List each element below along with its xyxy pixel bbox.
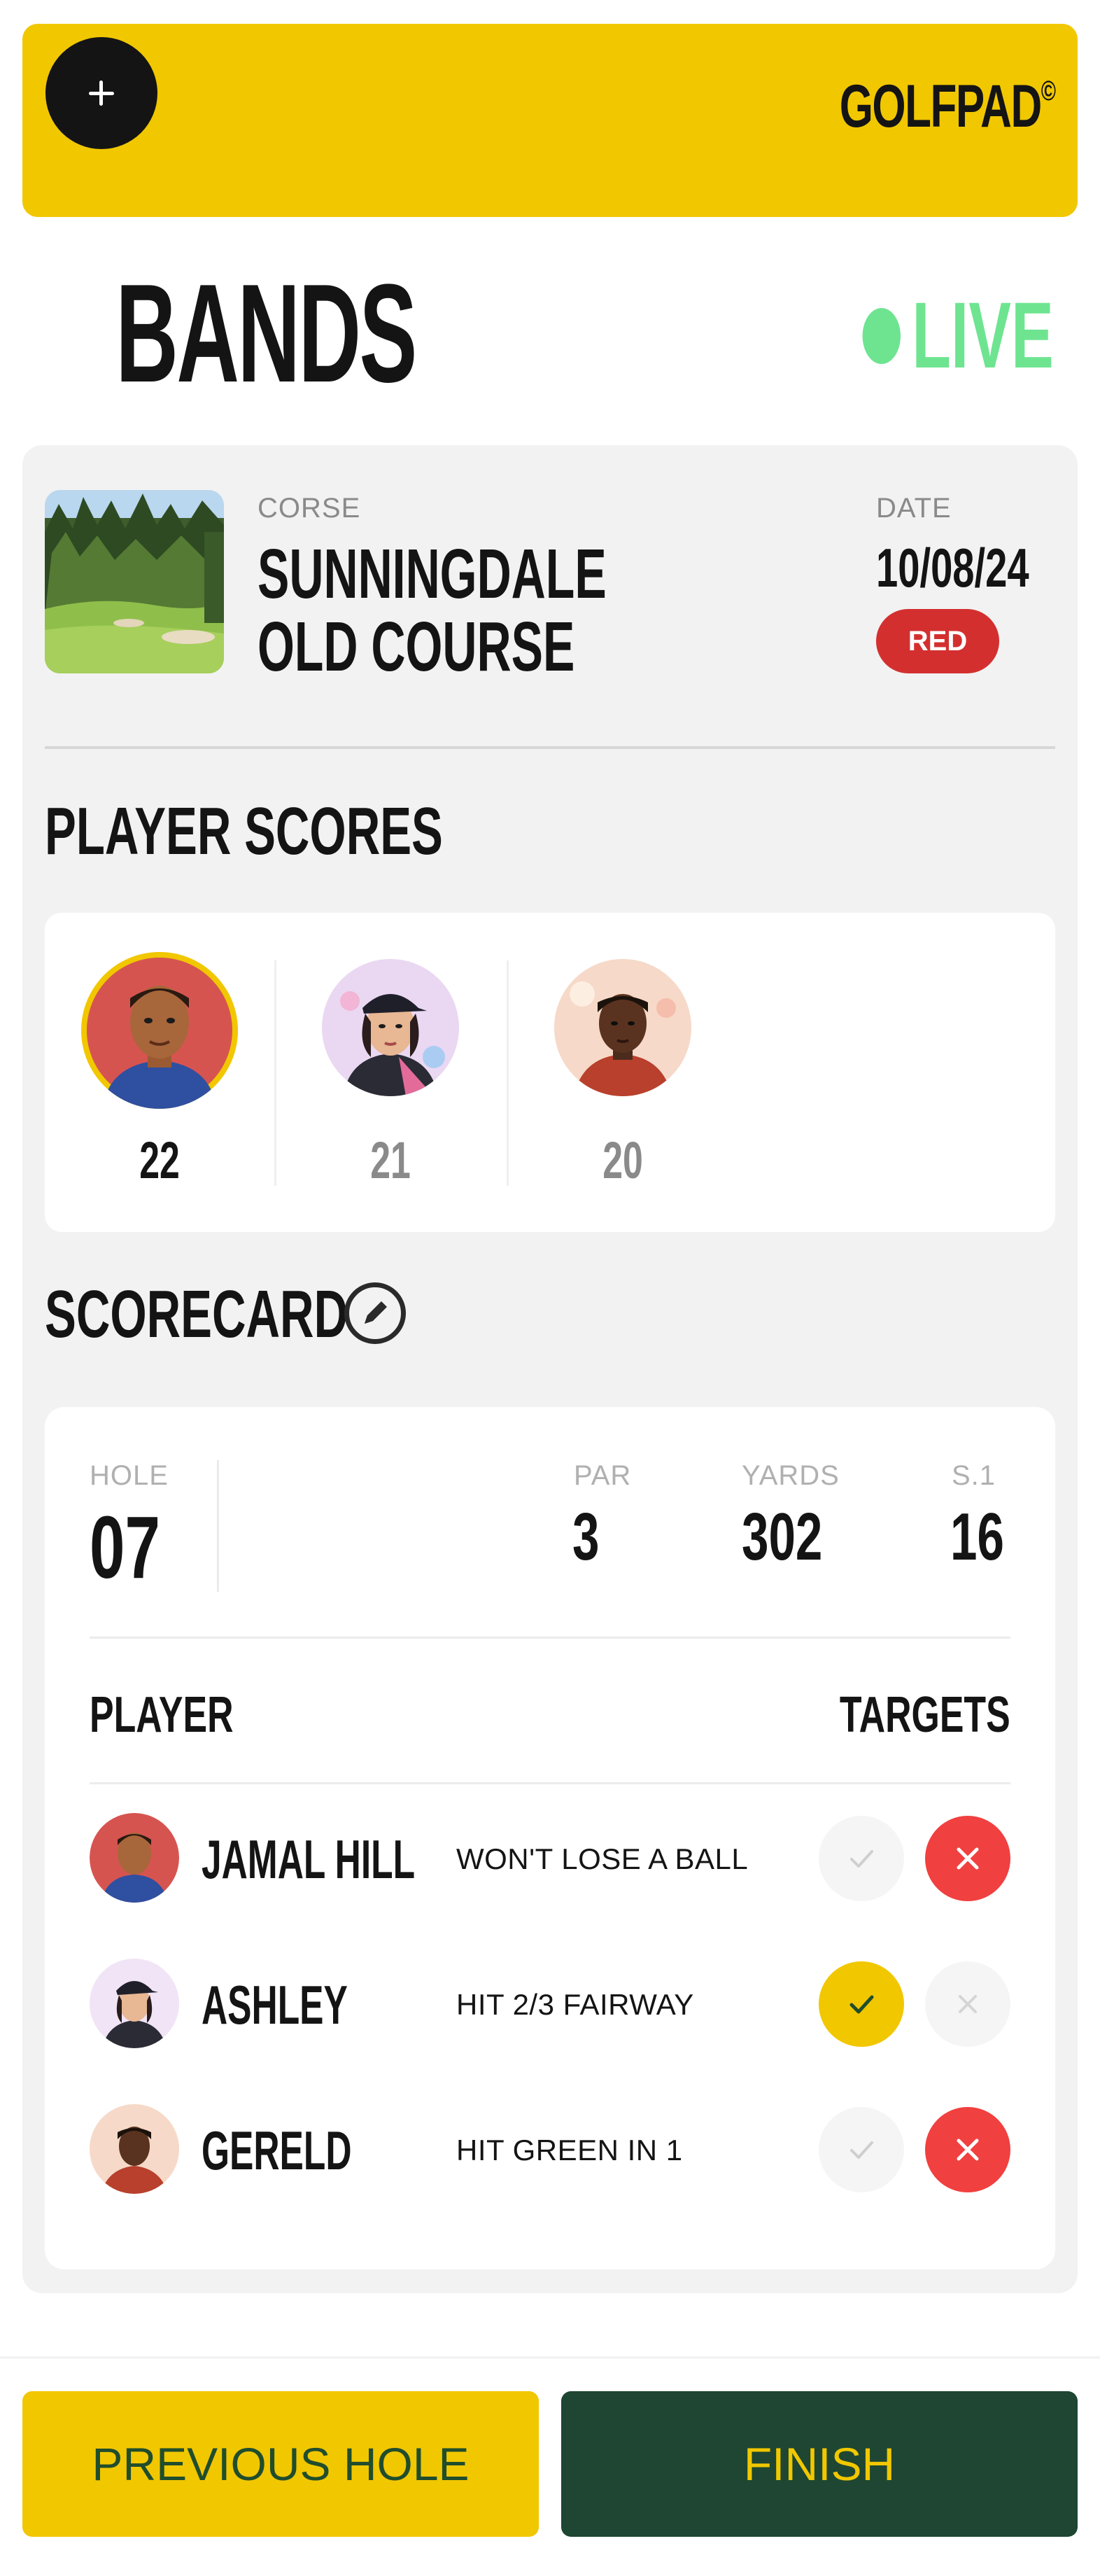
check-button[interactable] <box>819 2107 904 2192</box>
table-row: JAMAL HILL WON'T LOSE A BALL <box>90 1810 1010 1908</box>
divider <box>45 746 1055 749</box>
player-name: ASHLEY <box>202 1974 348 2036</box>
finish-button[interactable]: FINISH <box>561 2391 1078 2537</box>
previous-hole-button[interactable]: PREVIOUS HOLE <box>22 2391 539 2537</box>
close-icon <box>957 1847 979 1870</box>
yards-label: YARDS <box>742 1460 840 1491</box>
course-name: SUNNINGDALE OLD COURSE <box>258 535 607 686</box>
player-avatar-jamal <box>90 1813 179 1903</box>
player-score: 20 <box>602 1131 643 1189</box>
miss-button[interactable] <box>925 1961 1010 2047</box>
divider <box>217 1460 219 1592</box>
check-icon <box>850 1850 873 1868</box>
course-label: CORSE <box>258 493 361 524</box>
add-button[interactable] <box>45 37 157 149</box>
live-status: LIVE <box>862 284 1054 388</box>
player-name: GERELD <box>202 2120 352 2181</box>
course-image <box>45 490 224 673</box>
divider <box>0 2356 1100 2359</box>
target-text: HIT GREEN IN 1 <box>456 2134 683 2166</box>
miss-button[interactable] <box>925 2107 1010 2192</box>
target-text: HIT 2/3 FAIRWAY <box>456 1988 694 2021</box>
check-icon <box>850 2141 873 2159</box>
pencil-icon[interactable] <box>344 1282 406 1344</box>
live-dot-icon <box>862 308 901 364</box>
par-value: 3 <box>572 1499 600 1574</box>
player-avatar-gereld <box>90 2104 179 2194</box>
close-icon <box>957 2138 979 2161</box>
player-avatar-jamal[interactable] <box>81 952 238 1109</box>
scorecard-title: SCORECARD <box>45 1277 348 1352</box>
table-row: GERELD HIT GREEN IN 1 <box>90 2101 1010 2199</box>
divider <box>274 960 276 1186</box>
brand-logo: GOLFPAD© <box>840 73 1056 140</box>
table-row: ASHLEY HIT 2/3 FAIRWAY <box>90 1956 1010 2054</box>
live-label: LIVE <box>912 284 1054 388</box>
date-value: 10/08/24 <box>876 537 1029 598</box>
player-score: 22 <box>139 1131 180 1189</box>
check-icon <box>849 1995 874 2014</box>
divider <box>507 960 509 1186</box>
check-button[interactable] <box>819 1961 904 2047</box>
hole-label: HOLE <box>90 1460 169 1491</box>
divider <box>90 1637 1010 1639</box>
date-label: DATE <box>876 493 952 524</box>
player-avatar-ashley[interactable] <box>322 959 459 1096</box>
player-score: 21 <box>370 1131 411 1189</box>
miss-button[interactable] <box>925 1816 1010 1901</box>
player-scores-title: PLAYER SCORES <box>45 794 443 869</box>
target-text: WON'T LOSE A BALL <box>456 1842 749 1875</box>
tee-badge: RED <box>876 609 999 673</box>
hole-number: 07 <box>90 1498 160 1597</box>
player-name: JAMAL HILL <box>202 1828 416 1890</box>
check-button[interactable] <box>819 1816 904 1901</box>
player-avatar-ashley <box>90 1959 179 2048</box>
player-avatar-gereld[interactable] <box>554 959 691 1096</box>
par-label: PAR <box>574 1460 632 1491</box>
page-title: BANDS <box>115 255 417 412</box>
close-icon <box>959 1995 977 2013</box>
player-column-header: PLAYER <box>90 1687 234 1743</box>
stroke-index-value: 16 <box>950 1499 1004 1574</box>
yards-value: 302 <box>742 1499 823 1574</box>
targets-column-header: TARGETS <box>840 1687 1010 1743</box>
divider <box>90 1782 1010 1784</box>
stroke-index-label: S.1 <box>952 1460 996 1491</box>
